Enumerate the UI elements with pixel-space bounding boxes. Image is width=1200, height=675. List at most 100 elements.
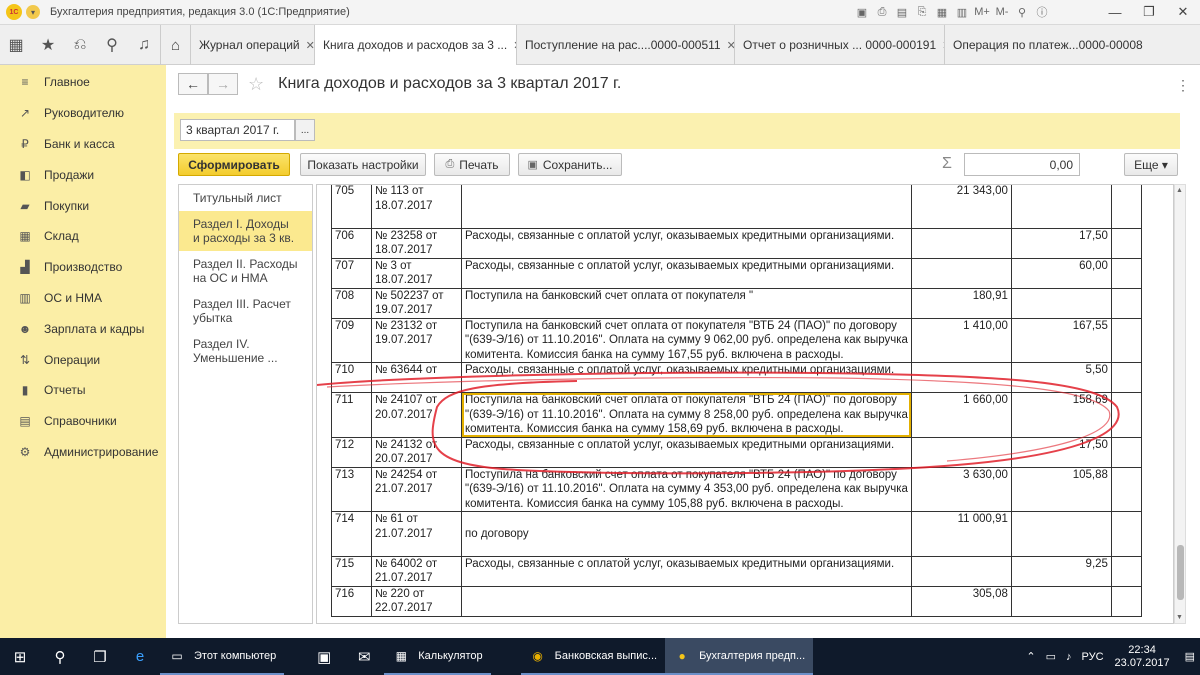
back-button[interactable]: ← [178,73,208,95]
generate-button[interactable]: Сформировать [178,153,290,176]
sidebar-item-salary[interactable]: ☻ Зарплата и кадры [0,313,166,344]
sidebar-item-production[interactable]: ▟ Производство [0,252,166,283]
description-cell[interactable]: Поступила на банковский счет оплата от п… [461,287,912,319]
report-scrollbar[interactable]: ▲ ▼ [1174,184,1186,624]
task-view-icon[interactable]: ❐ [80,638,120,675]
sidebar-item-assets[interactable]: ▥ ОС и НМА [0,283,166,314]
sidebar-item-manager[interactable]: ↗ Руководителю [0,98,166,129]
tab-receipt[interactable]: Поступление на рас....0000-000511 ✕ [516,25,734,65]
notifications-icon[interactable]: ▤ [1185,650,1195,663]
favorites-star-icon[interactable]: ★ [32,25,64,65]
row-number-cell[interactable]: 709 [331,317,372,363]
toc-item-title[interactable]: Титульный лист [179,185,312,211]
tab-payment-operation[interactable]: Операция по платеж...0000-00008 [944,25,1158,65]
expense-cell[interactable]: 17,50 [1010,227,1112,259]
sidebar-item-reports[interactable]: ▮ Отчеты [0,375,166,406]
scroll-down-icon[interactable]: ▼ [1176,614,1183,621]
income-cell[interactable] [910,362,1012,393]
sidebar-item-sales[interactable]: ◧ Продажи [0,159,166,190]
more-button[interactable]: Еще ▾ [1124,153,1178,176]
income-cell[interactable] [910,555,1012,587]
link-icon[interactable]: ⎘ [914,4,930,20]
document-cell[interactable]: № 23258 от 18.07.2017 [371,227,462,259]
description-cell[interactable]: Поступила на банковский счет оплата от п… [461,466,912,512]
empty-cell[interactable] [1110,317,1142,363]
taskbar-app-computer[interactable]: ▭ Этот компьютер [160,638,285,675]
period-input[interactable]: 3 квартал 2017 г. [180,119,295,141]
network-icon[interactable]: ▭ [1046,650,1056,663]
empty-cell[interactable] [1110,362,1142,393]
scroll-up-icon[interactable]: ▲ [1176,187,1183,194]
document-cell[interactable]: № 502237 от 19.07.2017 [371,287,462,319]
expense-cell[interactable]: 158,69 [1010,392,1112,438]
income-cell[interactable]: 1 410,00 [910,317,1012,363]
document-cell[interactable]: № 63644 от [371,362,462,393]
expense-cell[interactable]: 9,25 [1010,555,1112,587]
mail-icon[interactable]: ✉ [344,638,384,675]
row-number-cell[interactable]: 712 [331,436,372,468]
document-cell[interactable]: № 23132 от 19.07.2017 [371,317,462,363]
save-icon[interactable]: ▣ [854,4,870,20]
income-cell[interactable]: 180,91 [910,287,1012,319]
main-menu-icon[interactable]: ▾ [26,5,40,19]
toc-item-section-1[interactable]: Раздел I. Доходы и расходы за 3 кв. [179,211,312,251]
calculator-icon[interactable]: ▥ [954,4,970,20]
store-icon[interactable]: ▣ [304,638,344,675]
row-number-cell[interactable]: 705 [331,185,372,229]
document-cell[interactable]: № 24107 от 20.07.2017 [371,392,462,438]
sidebar-item-main[interactable]: ≡ Главное [0,67,166,98]
description-cell[interactable]: по договору [461,511,912,557]
bell-icon[interactable]: ♫ [128,25,160,65]
description-cell[interactable]: Расходы, связанные с оплатой услуг, оказ… [461,555,912,587]
sidebar-item-warehouse[interactable]: ▦ Склад [0,221,166,252]
income-cell[interactable] [910,227,1012,259]
show-settings-button[interactable]: Показать настройки [300,153,426,176]
empty-cell[interactable] [1110,466,1142,512]
description-cell[interactable]: Расходы, связанные с оплатой услуг, оказ… [461,257,912,289]
clock[interactable]: 22:34 23.07.2017 [1115,644,1170,670]
row-number-cell[interactable]: 706 [331,227,372,259]
document-cell[interactable]: № 113 от 18.07.2017 [371,185,462,229]
expense-cell[interactable]: 167,55 [1010,317,1112,363]
description-cell[interactable]: Поступила на банковский счет оплата от п… [461,317,912,363]
empty-cell[interactable] [1110,227,1142,259]
print-button[interactable]: ⎙ Печать [434,153,510,176]
expense-cell[interactable]: 5,50 [1010,362,1112,393]
print-icon[interactable]: ⎙ [874,4,890,20]
windows-start-icon[interactable]: ⊞ [0,638,40,675]
scroll-thumb[interactable] [1177,545,1184,600]
expense-cell[interactable] [1010,287,1112,319]
document-cell[interactable]: № 24132 от 20.07.2017 [371,436,462,468]
description-cell[interactable] [461,585,912,617]
edge-icon[interactable]: e [120,638,160,675]
tab-income-book[interactable]: Книга доходов и расходов за 3 ...✕ [314,25,516,65]
row-number-cell[interactable]: 708 [331,287,372,319]
income-cell[interactable]: 21 343,00 [910,185,1012,229]
sidebar-item-bank[interactable]: ₽ Банк и касса [0,129,166,160]
chevron-up-icon[interactable]: ⌃ [1026,650,1035,663]
expense-cell[interactable] [1010,185,1112,229]
expense-cell[interactable] [1010,511,1112,557]
home-icon[interactable]: ⌂ [160,25,190,65]
tab-journal[interactable]: Журнал операций ✕ [190,25,314,65]
row-number-cell[interactable]: 713 [331,466,372,512]
maximize-icon[interactable]: ❐ [1132,0,1166,24]
document-cell[interactable]: № 3 от 18.07.2017 [371,257,462,289]
empty-cell[interactable] [1110,185,1142,229]
more-vertical-icon[interactable]: ⋮ [1176,77,1190,94]
sidebar-item-admin[interactable]: ⚙ Администрирование [0,437,166,468]
income-cell[interactable] [910,257,1012,289]
forward-button[interactable]: → [208,73,238,95]
sidebar-item-catalogs[interactable]: ▤ Справочники [0,406,166,437]
language-indicator[interactable]: РУС [1082,651,1104,663]
description-cell[interactable]: Расходы, связанные с оплатой услуг, оказ… [461,362,912,393]
income-cell[interactable]: 11 000,91 [910,511,1012,557]
document-cell[interactable]: № 24254 от 21.07.2017 [371,466,462,512]
search-icon[interactable]: ⚲ [96,25,128,65]
minimize-icon[interactable]: — [1098,0,1132,24]
period-select-button[interactable]: ... [295,119,315,141]
calendar-icon[interactable]: ▦ [934,4,950,20]
zoom-icon[interactable]: ⚲ [1014,4,1030,20]
empty-cell[interactable] [1110,555,1142,587]
row-number-cell[interactable]: 715 [331,555,372,587]
